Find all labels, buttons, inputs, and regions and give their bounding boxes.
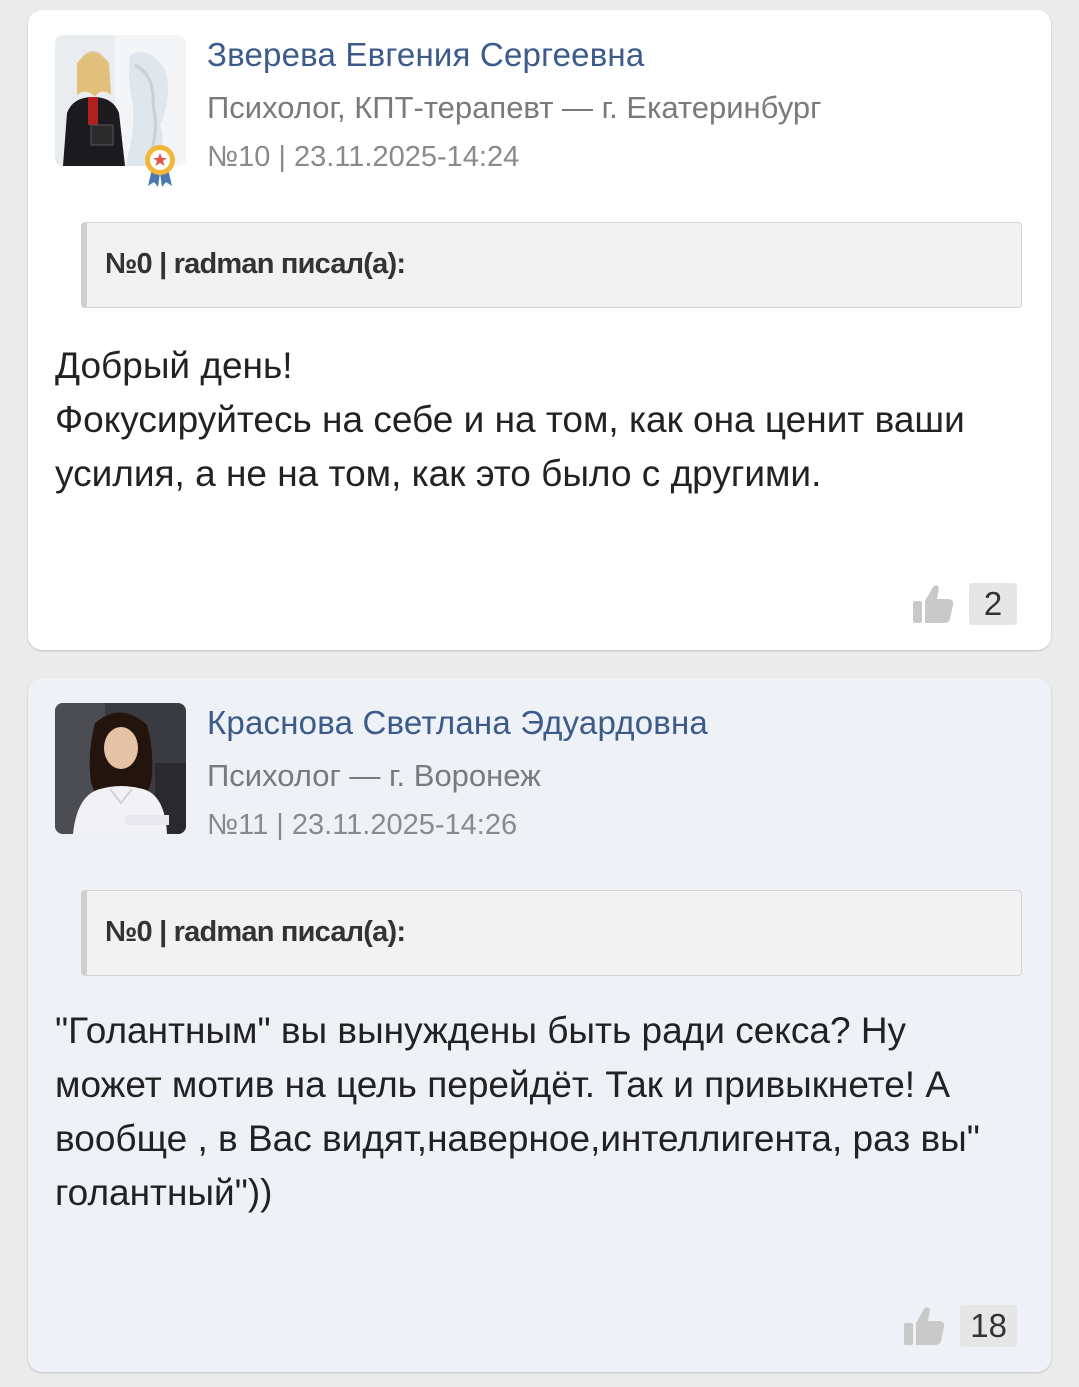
like-count: 2: [969, 583, 1017, 625]
post-meta: №10 | 23.11.2025-14:24: [207, 141, 520, 173]
like-control[interactable]: 2: [911, 583, 1017, 625]
forum-post: Зверева Евгения Сергеевна Психолог, КПТ-…: [28, 10, 1051, 650]
author-role: Психолог — г. Воронеж: [207, 758, 541, 793]
avatar[interactable]: [55, 35, 186, 187]
post-text: Добрый день! Фокусируйтесь на себе и на …: [55, 345, 965, 494]
author-name-link[interactable]: Краснова Светлана Эдуардовна: [207, 704, 708, 742]
thumbs-up-icon[interactable]: [911, 583, 955, 625]
quote-block[interactable]: №0 | radman писал(а):: [81, 890, 1022, 976]
quote-header: №0 | radman писал(а):: [105, 248, 406, 280]
post-text: "Голантным" вы вынуждены быть ради секса…: [55, 1010, 980, 1213]
forum-post: Краснова Светлана Эдуардовна Психолог — …: [28, 678, 1051, 1372]
thumbs-up-icon[interactable]: [902, 1305, 946, 1347]
award-ribbon-icon: [145, 145, 175, 187]
quote-block[interactable]: №0 | radman писал(а):: [81, 222, 1022, 308]
like-count: 18: [960, 1305, 1017, 1347]
author-name-link[interactable]: Зверева Евгения Сергеевна: [207, 36, 644, 74]
author-role: Психолог, КПТ-терапевт — г. Екатеринбург: [207, 90, 822, 125]
post-meta: №11 | 23.11.2025-14:26: [207, 809, 518, 841]
avatar[interactable]: [55, 703, 186, 834]
avatar-photo: [55, 703, 186, 834]
like-control[interactable]: 18: [902, 1305, 1017, 1347]
quote-header: №0 | radman писал(а):: [105, 916, 406, 948]
